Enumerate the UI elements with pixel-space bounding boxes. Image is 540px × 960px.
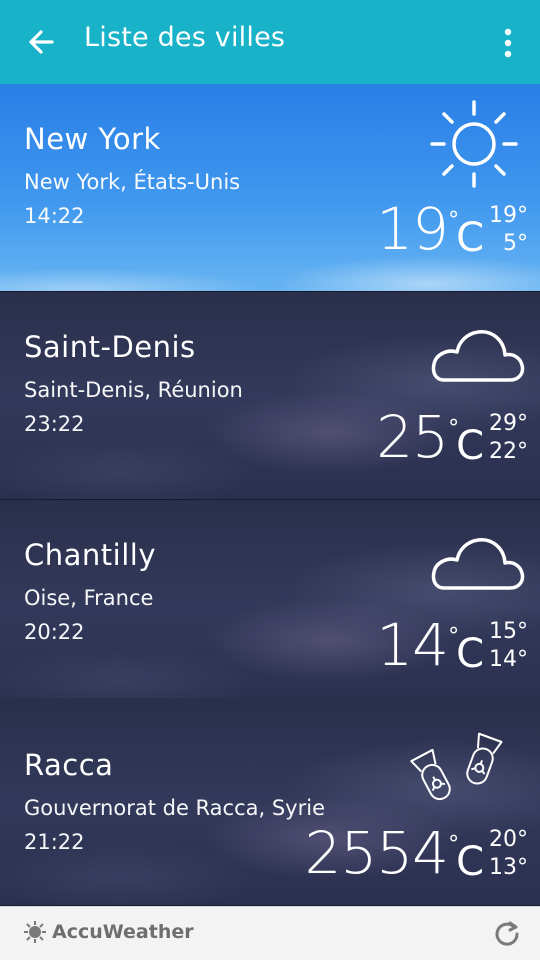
current-temperature: 14 °C (376, 610, 484, 680)
temperature-unit: °C (448, 832, 484, 885)
page-title: Liste des villes (84, 22, 286, 53)
city-time: 20:22 (24, 620, 85, 644)
city-region: New York, États-Unis (24, 170, 241, 194)
cloud-icon (431, 330, 525, 382)
refresh-button[interactable] (492, 919, 522, 949)
city-name: Chantilly (24, 538, 156, 572)
city-item[interactable]: New York New York, États-Unis 14:22 19 °… (0, 84, 540, 292)
city-region: Gouvernorat de Racca, Syrie (24, 796, 325, 820)
brand-name: AccuWeather (52, 921, 194, 943)
temperature-value: 14 (376, 611, 449, 679)
temperature-unit: °C (448, 208, 484, 261)
high-low: 15° 14° (489, 618, 528, 674)
city-time: 14:22 (24, 204, 85, 228)
more-vert-icon (504, 28, 512, 58)
city-time: 23:22 (24, 412, 85, 436)
temperature-value: 25 (376, 403, 449, 471)
high-low: 20° 13° (489, 826, 528, 882)
cloud-icon (431, 538, 525, 590)
current-temperature: 19 °C (376, 194, 484, 264)
sun-logo-icon (24, 921, 46, 943)
temperature-value: 19 (376, 195, 449, 263)
current-temperature: 2554 °C (304, 818, 484, 888)
city-time: 21:22 (24, 830, 85, 854)
city-name: New York (24, 122, 161, 156)
temperature-high: 20° (489, 827, 528, 852)
temperature-unit: °C (448, 624, 484, 677)
high-low: 29° 22° (489, 410, 528, 466)
temperature-value: 2554 (304, 819, 449, 887)
city-region: Oise, France (24, 586, 154, 610)
city-item[interactable]: Racca Gouvernorat de Racca, Syrie 21:22 … (0, 698, 540, 906)
back-button[interactable] (22, 24, 62, 60)
accuweather-link[interactable]: AccuWeather (24, 921, 194, 943)
city-name: Racca (24, 748, 114, 782)
city-name: Saint-Denis (24, 330, 196, 364)
temperature-high: 15° (489, 619, 528, 644)
city-item[interactable]: Chantilly Oise, France 20:22 14 °C 15° 1… (0, 500, 540, 708)
current-temperature: 25 °C (376, 402, 484, 472)
temperature-low: 22° (489, 439, 528, 464)
app-bar: Liste des villes (0, 0, 540, 84)
bombs-icon (410, 732, 503, 801)
temperature-low: 5° (503, 231, 528, 256)
arrow-left-icon (29, 30, 54, 54)
temperature-high: 19° (489, 203, 528, 228)
temperature-low: 13° (489, 855, 528, 880)
refresh-icon (495, 921, 519, 946)
sun-icon (430, 100, 518, 188)
temperature-unit: °C (448, 416, 484, 469)
temperature-high: 29° (489, 411, 528, 436)
footer-bar: AccuWeather (0, 906, 540, 960)
temperature-low: 14° (489, 647, 528, 672)
high-low: 19° 5° (489, 202, 528, 258)
city-region: Saint-Denis, Réunion (24, 378, 243, 402)
city-item[interactable]: Saint-Denis Saint-Denis, Réunion 23:22 2… (0, 292, 540, 500)
overflow-menu-button[interactable] (498, 26, 518, 60)
